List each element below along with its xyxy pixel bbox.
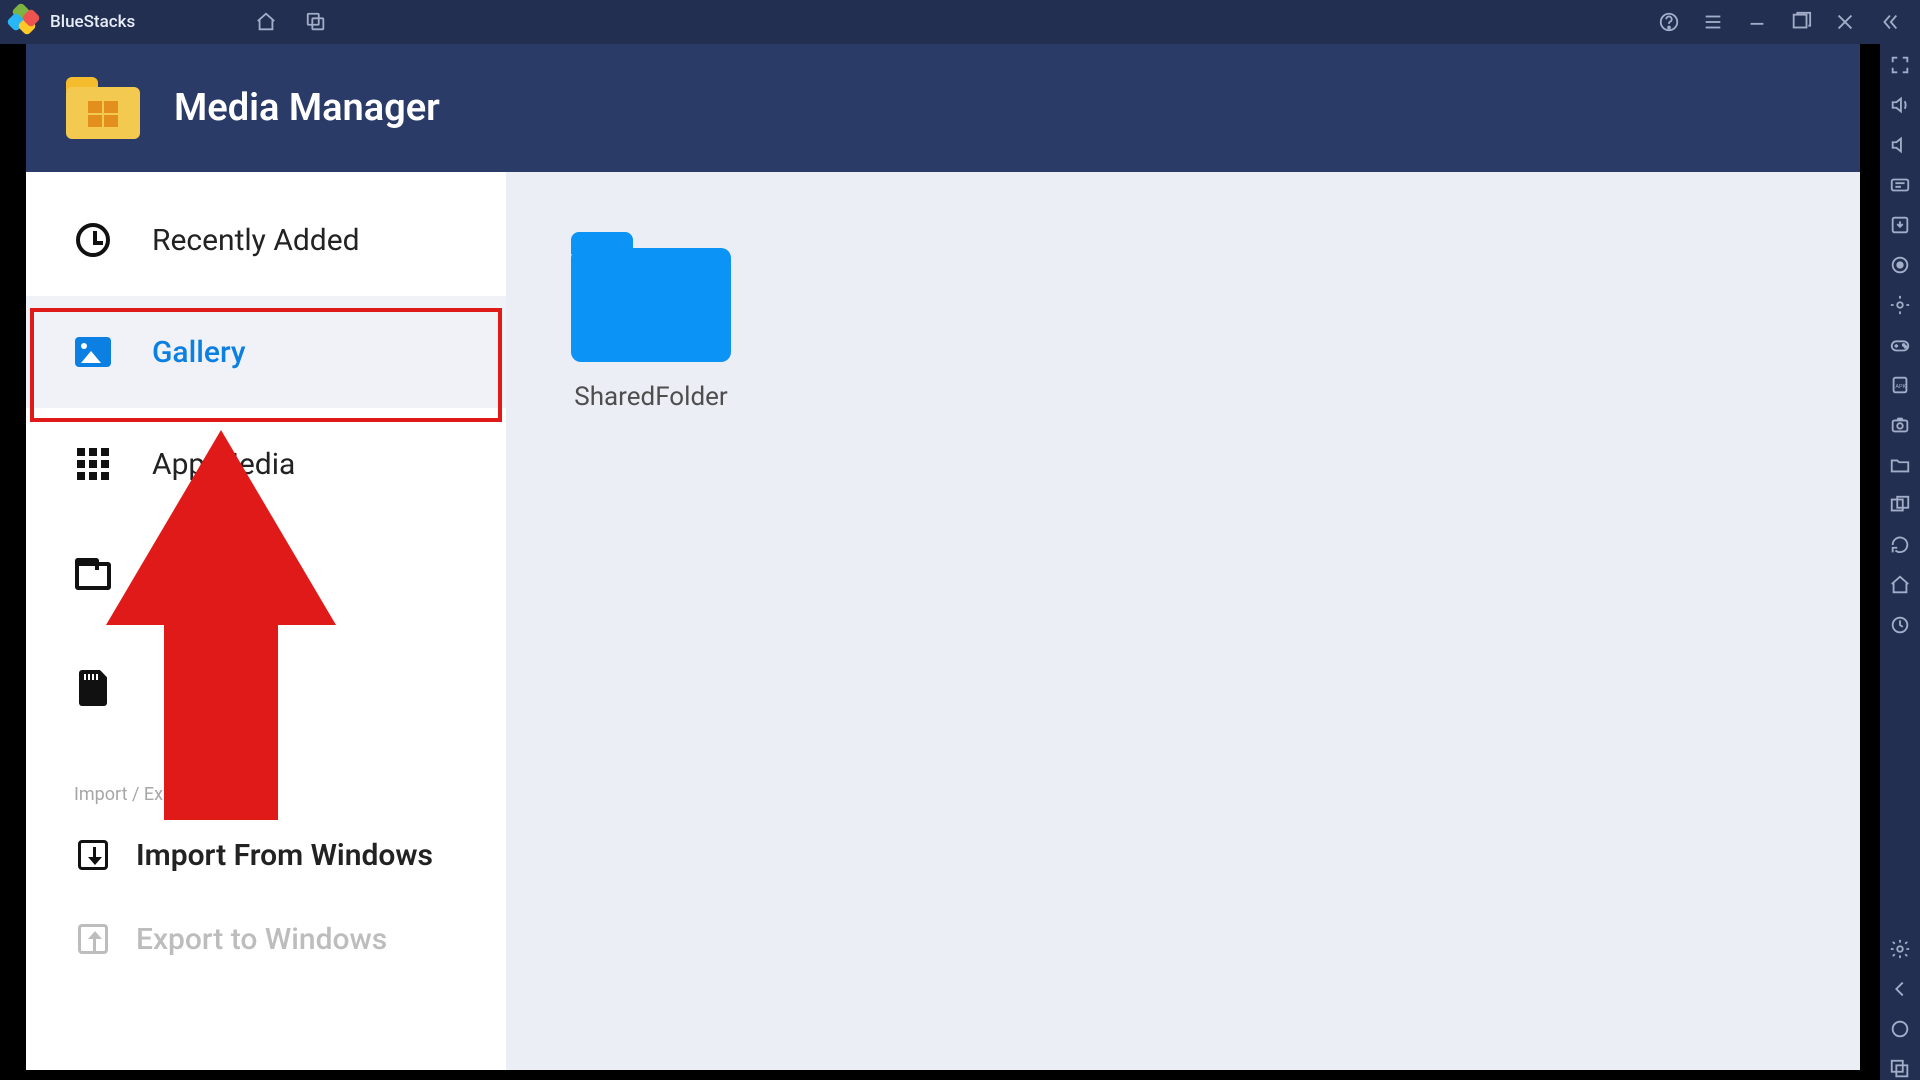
svg-text:APK: APK (1895, 384, 1906, 390)
import-from-windows[interactable]: Import From Windows (26, 813, 506, 897)
clock-icon (74, 221, 112, 259)
media-folder-icon[interactable] (1889, 454, 1911, 476)
titlebar-center (255, 11, 1658, 33)
game-controls-icon[interactable] (1889, 334, 1911, 356)
export-label: Export to Windows (136, 922, 387, 957)
settings-icon[interactable] (1889, 938, 1911, 960)
content-area: SharedFolder (506, 172, 1860, 1070)
brand-label: BlueStacks (50, 12, 135, 32)
app-body: Recently Added Gallery App Media Files I… (26, 172, 1860, 1070)
location-icon[interactable] (1889, 294, 1911, 316)
folder-card-sharedfolder[interactable]: SharedFolder (566, 232, 736, 412)
sidebar: Recently Added Gallery App Media Files I… (26, 172, 506, 1070)
import-export-section-label: Import / Export (26, 784, 506, 805)
help-icon[interactable] (1658, 11, 1680, 33)
gallery-icon (74, 333, 112, 371)
sidebar-item-app-media[interactable]: App Media (26, 408, 506, 520)
import-icon (74, 836, 112, 874)
sidebar-item-label: Files (152, 559, 215, 594)
nav-home2-icon[interactable] (1889, 1018, 1911, 1040)
media-manager-icon (66, 77, 140, 139)
sdcard-icon (74, 669, 112, 707)
nav-recents-icon[interactable] (1889, 1058, 1911, 1080)
folder-icon (74, 557, 112, 595)
right-sidepanel: APK (1880, 44, 1920, 1080)
folder-large-icon (571, 232, 731, 362)
sidebar-item-gallery[interactable]: Gallery (26, 296, 506, 408)
install-apk-icon[interactable] (1889, 214, 1911, 236)
app-title: Media Manager (174, 86, 440, 130)
sidebar-item-recently-added[interactable]: Recently Added (26, 184, 506, 296)
maximize-icon[interactable] (1790, 11, 1812, 33)
multi-instance-icon[interactable] (1889, 494, 1911, 516)
grid-icon (74, 445, 112, 483)
menu-icon[interactable] (1702, 11, 1724, 33)
app-frame: BlueStacks Media Manager (0, 0, 1920, 1080)
import-label: Import From Windows (136, 838, 433, 873)
shake-icon[interactable] (1889, 614, 1911, 636)
sidebar-item-label: App Media (152, 447, 295, 482)
volume-up-icon[interactable] (1889, 94, 1911, 116)
record-icon[interactable] (1889, 254, 1911, 276)
volume-down-icon[interactable] (1889, 134, 1911, 156)
recents-icon[interactable] (305, 11, 327, 33)
back-icon[interactable] (1889, 978, 1911, 1000)
export-icon (74, 920, 112, 958)
sidebar-item-label: Recently Added (152, 223, 360, 258)
screenshot-icon[interactable] (1889, 414, 1911, 436)
sidebar-item-sdcard[interactable] (26, 632, 506, 744)
app-header: Media Manager (26, 44, 1860, 172)
home-icon[interactable] (255, 11, 277, 33)
folder-name-label: SharedFolder (566, 382, 736, 412)
apk-icon[interactable]: APK (1889, 374, 1911, 396)
titlebar: BlueStacks (0, 0, 1920, 44)
export-to-windows[interactable]: Export to Windows (26, 897, 506, 981)
nav-home-icon[interactable] (1889, 574, 1911, 596)
sidebar-item-label: Gallery (152, 335, 246, 370)
fullscreen-icon[interactable] (1889, 54, 1911, 76)
keymap-icon[interactable] (1889, 174, 1911, 196)
rotate-icon[interactable] (1889, 534, 1911, 556)
collapse-icon[interactable] (1878, 11, 1900, 33)
titlebar-right (1658, 11, 1900, 33)
minimize-icon[interactable] (1746, 11, 1768, 33)
bluestacks-logo-icon (12, 9, 38, 35)
close-icon[interactable] (1834, 11, 1856, 33)
sidebar-item-files[interactable]: Files (26, 520, 506, 632)
